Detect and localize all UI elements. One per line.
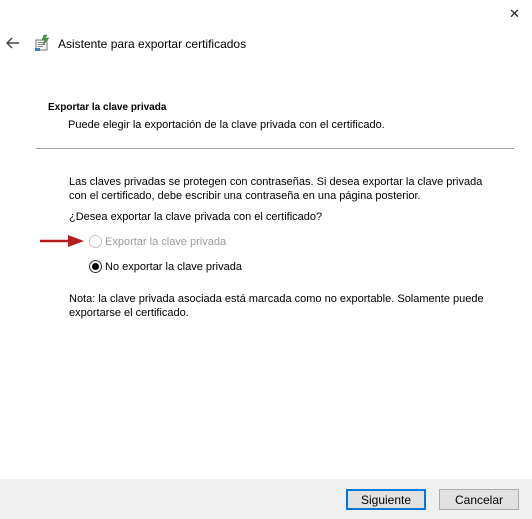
header-divider bbox=[36, 148, 514, 149]
description-text: Las claves privadas se protegen con cont… bbox=[69, 176, 483, 202]
radio-no-export-indicator bbox=[89, 260, 102, 273]
radio-no-export-label: No exportar la clave privada bbox=[105, 260, 242, 273]
radio-export-indicator bbox=[89, 235, 102, 248]
close-button[interactable]: ✕ bbox=[497, 0, 532, 28]
back-button[interactable] bbox=[4, 34, 22, 52]
close-icon: ✕ bbox=[509, 6, 520, 21]
red-arrow-icon bbox=[40, 235, 84, 247]
radio-no-export-private-key[interactable]: No exportar la clave privada bbox=[89, 260, 242, 273]
radio-export-private-key[interactable]: Exportar la clave privada bbox=[89, 235, 226, 248]
wizard-title: Asistente para exportar certificados bbox=[58, 37, 247, 51]
arrow-left-icon bbox=[6, 37, 19, 49]
note-text: Nota: la clave privada asociada está mar… bbox=[69, 293, 484, 319]
radio-export-label: Exportar la clave privada bbox=[105, 235, 227, 248]
next-button[interactable]: Siguiente bbox=[346, 489, 426, 510]
section-subtitle: Puede elegir la exportación de la clave … bbox=[68, 119, 385, 131]
certificate-wizard-icon bbox=[35, 34, 50, 51]
section-title: Exportar la clave privada bbox=[48, 102, 167, 113]
cancel-button[interactable]: Cancelar bbox=[439, 489, 519, 510]
export-question: ¿Desea exportar la clave privada con el … bbox=[69, 211, 323, 223]
